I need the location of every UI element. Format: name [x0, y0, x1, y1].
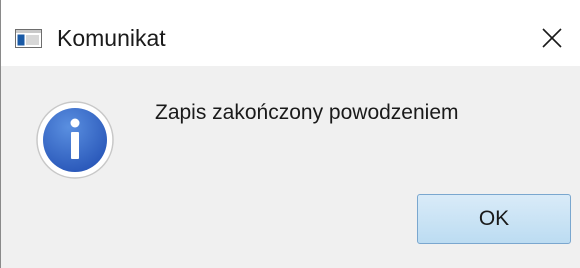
- dialog-content: Zapis zakończony powodzeniem OK: [1, 66, 580, 268]
- window-app-icon: [15, 29, 42, 48]
- close-icon: [542, 28, 562, 48]
- window-title: Komunikat: [57, 25, 166, 51]
- info-icon: [36, 101, 114, 179]
- message-dialog-window: Komunikat Zapis zakończony powodzeniem O…: [0, 0, 580, 268]
- ok-button[interactable]: OK: [417, 194, 571, 244]
- close-button[interactable]: [529, 16, 575, 60]
- dialog-message: Zapis zakończony powodzeniem: [155, 101, 459, 124]
- title-bar[interactable]: Komunikat: [1, 0, 580, 66]
